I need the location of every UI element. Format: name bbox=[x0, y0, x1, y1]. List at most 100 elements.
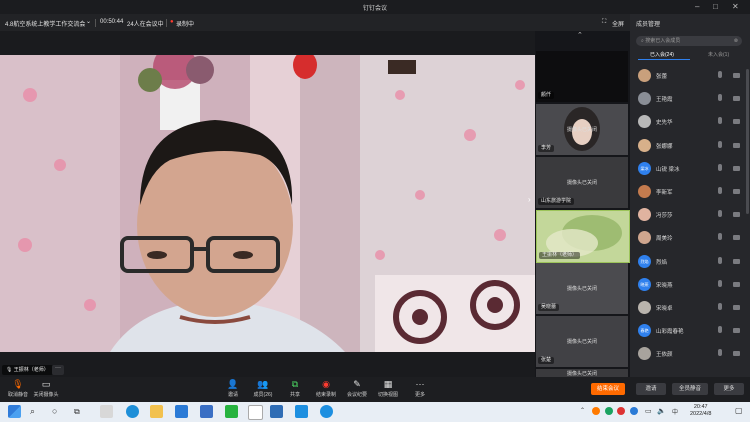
mail-icon[interactable] bbox=[200, 405, 213, 418]
invite-panel-button[interactable]: 邀请 bbox=[636, 383, 666, 395]
member-row[interactable]: 梁冰 山锐 梁冰 bbox=[638, 161, 750, 178]
camera-off-icon[interactable] bbox=[733, 235, 740, 241]
mic-off-icon[interactable] bbox=[718, 233, 722, 241]
end-meeting-button[interactable]: 结束会议 bbox=[591, 383, 625, 395]
mic-off-icon[interactable] bbox=[718, 94, 722, 102]
thumbnail-6[interactable]: 摄像头已关闭 bbox=[536, 369, 628, 377]
mic-off-icon[interactable] bbox=[718, 71, 722, 78]
store-icon[interactable] bbox=[175, 405, 188, 418]
fullscreen-button[interactable]: 全屏 bbox=[612, 19, 624, 28]
member-row[interactable]: 冯莎莎 bbox=[638, 208, 750, 224]
tray-chevron-icon[interactable]: ⌃ bbox=[580, 407, 585, 414]
tray-app-icon-2[interactable] bbox=[605, 407, 613, 415]
edge-icon[interactable] bbox=[126, 405, 139, 418]
member-row[interactable]: 王依颜 bbox=[638, 347, 750, 363]
mic-off-icon[interactable] bbox=[718, 256, 722, 264]
clock-time: 20:47 bbox=[693, 404, 708, 410]
mic-off-icon[interactable] bbox=[718, 187, 722, 194]
thumbnail-1[interactable]: 摄像头已关闭 李芳 bbox=[536, 104, 628, 155]
close-icon[interactable]: ✕ bbox=[732, 2, 739, 11]
meeting-duration: 00:50:44 bbox=[100, 19, 124, 25]
camera-off-icon[interactable] bbox=[733, 212, 740, 218]
thumbnail-4[interactable]: 摄像头已关闭 吴晓蕾 bbox=[536, 263, 628, 314]
minimize-icon[interactable]: – bbox=[695, 2, 699, 11]
chevron-up-icon[interactable]: ⌃ bbox=[577, 31, 583, 39]
member-row[interactable]: 李新军 bbox=[638, 185, 750, 201]
thumbnail-3[interactable]: 王振林（老师） bbox=[536, 210, 630, 263]
meeting-name[interactable]: 4.8航空系统上教学工作交流会 bbox=[5, 19, 85, 28]
clock[interactable]: 20:47 2022/4/8 bbox=[690, 404, 711, 418]
camera-off-icon[interactable] bbox=[733, 119, 740, 125]
camera-off-label: 关闭摄像头 bbox=[33, 392, 59, 398]
app-blue-icon[interactable] bbox=[270, 405, 283, 418]
more-options-icon[interactable]: ··· bbox=[52, 365, 64, 375]
member-row[interactable]: 张蕾 bbox=[638, 69, 750, 85]
mic-off-icon[interactable] bbox=[718, 117, 722, 125]
fullscreen-icon[interactable]: ⛶ bbox=[602, 19, 606, 26]
wechat-icon[interactable] bbox=[248, 405, 263, 420]
switch-view-button[interactable]: ▦ 切换视图 bbox=[370, 379, 406, 398]
camera-off-icon[interactable] bbox=[733, 328, 740, 334]
camera-off-icon[interactable] bbox=[733, 351, 740, 357]
app-green-icon[interactable] bbox=[225, 405, 238, 418]
search-taskbar-icon[interactable]: ⌕ bbox=[30, 405, 43, 418]
thumbnail-name: 张楚 bbox=[538, 357, 555, 364]
member-row[interactable]: 烈焰 烈焰 bbox=[638, 254, 750, 271]
mute-all-button[interactable]: 全员静音 bbox=[672, 383, 708, 395]
start-icon[interactable] bbox=[8, 405, 21, 418]
chevron-right-icon[interactable]: › bbox=[528, 195, 531, 204]
maximize-icon[interactable]: □ bbox=[713, 2, 718, 11]
tray-app-icon-4[interactable] bbox=[630, 407, 638, 415]
member-row[interactable]: 王艳霞 bbox=[638, 92, 750, 108]
scrollbar[interactable] bbox=[746, 69, 749, 214]
mic-off-icon[interactable] bbox=[718, 326, 722, 334]
camera-off-icon[interactable] bbox=[733, 258, 740, 264]
notification-icon[interactable]: ▢ bbox=[735, 406, 743, 415]
dingtalk-icon[interactable] bbox=[295, 405, 308, 418]
camera-off-icon[interactable] bbox=[733, 189, 740, 194]
cortana-icon[interactable]: ○ bbox=[52, 405, 65, 418]
avatar bbox=[638, 208, 651, 222]
app-chat-icon[interactable] bbox=[320, 405, 333, 418]
mic-off-icon[interactable] bbox=[718, 210, 722, 218]
panel-more-button[interactable]: 更多 bbox=[714, 383, 744, 395]
input-language[interactable]: 中 bbox=[672, 407, 678, 416]
file-explorer-icon[interactable] bbox=[150, 405, 163, 418]
mic-off-icon[interactable] bbox=[718, 279, 722, 287]
chevron-down-icon[interactable]: ⌄ bbox=[86, 18, 91, 25]
camera-off-icon[interactable] bbox=[733, 165, 740, 171]
mic-off-icon[interactable] bbox=[718, 163, 722, 171]
members-button[interactable]: 👥 成员(26) bbox=[245, 379, 281, 398]
member-search-input[interactable]: ⌕ 搜索已入会成员 ⊗ bbox=[636, 36, 742, 46]
avatar bbox=[638, 69, 651, 82]
main-video[interactable]: › bbox=[0, 55, 535, 352]
camera-off-icon[interactable] bbox=[733, 281, 740, 287]
camera-off-icon[interactable] bbox=[733, 96, 740, 102]
member-row[interactable]: 宋晓卓 bbox=[638, 301, 750, 317]
member-row[interactable]: 周美玲 bbox=[638, 231, 750, 247]
member-row[interactable]: 晓燕 宋晓燕 bbox=[638, 277, 750, 294]
thumbnail-2[interactable]: 摄像头已关闭 山东旅游学院 bbox=[536, 157, 628, 208]
mic-off-icon[interactable] bbox=[718, 349, 722, 357]
camera-off-icon[interactable] bbox=[733, 73, 740, 78]
thumbnail-5[interactable]: 摄像头已关闭 张楚 bbox=[536, 316, 628, 367]
tab-joined[interactable]: 已入会(24) bbox=[650, 51, 674, 58]
mic-off-icon[interactable] bbox=[718, 140, 722, 148]
clear-icon[interactable]: ⊗ bbox=[734, 36, 738, 46]
member-row[interactable]: 张娜娜 bbox=[638, 138, 750, 155]
tab-not-joined[interactable]: 未入会(1) bbox=[708, 51, 729, 58]
member-row[interactable]: 史先华 bbox=[638, 115, 750, 131]
tray-app-icon-3[interactable] bbox=[617, 407, 625, 415]
member-row[interactable]: 春艳 山彩霞春艳 bbox=[638, 324, 750, 340]
app-icon-1[interactable] bbox=[100, 405, 113, 418]
camera-off-icon[interactable] bbox=[733, 142, 740, 148]
task-view-icon[interactable]: ⧉ bbox=[74, 405, 87, 418]
mic-off-icon[interactable] bbox=[718, 303, 722, 310]
more-button[interactable]: ··· 更多 bbox=[402, 379, 438, 398]
camera-off-icon[interactable] bbox=[733, 305, 740, 310]
camera-off-button[interactable]: ▭ 关闭摄像头 bbox=[28, 379, 64, 398]
tray-app-icon-1[interactable] bbox=[592, 407, 600, 415]
thumbnail-0[interactable]: 颜仟 bbox=[536, 51, 628, 102]
volume-icon[interactable]: 🔈 bbox=[657, 407, 666, 415]
network-icon[interactable]: ▭ bbox=[645, 407, 652, 415]
